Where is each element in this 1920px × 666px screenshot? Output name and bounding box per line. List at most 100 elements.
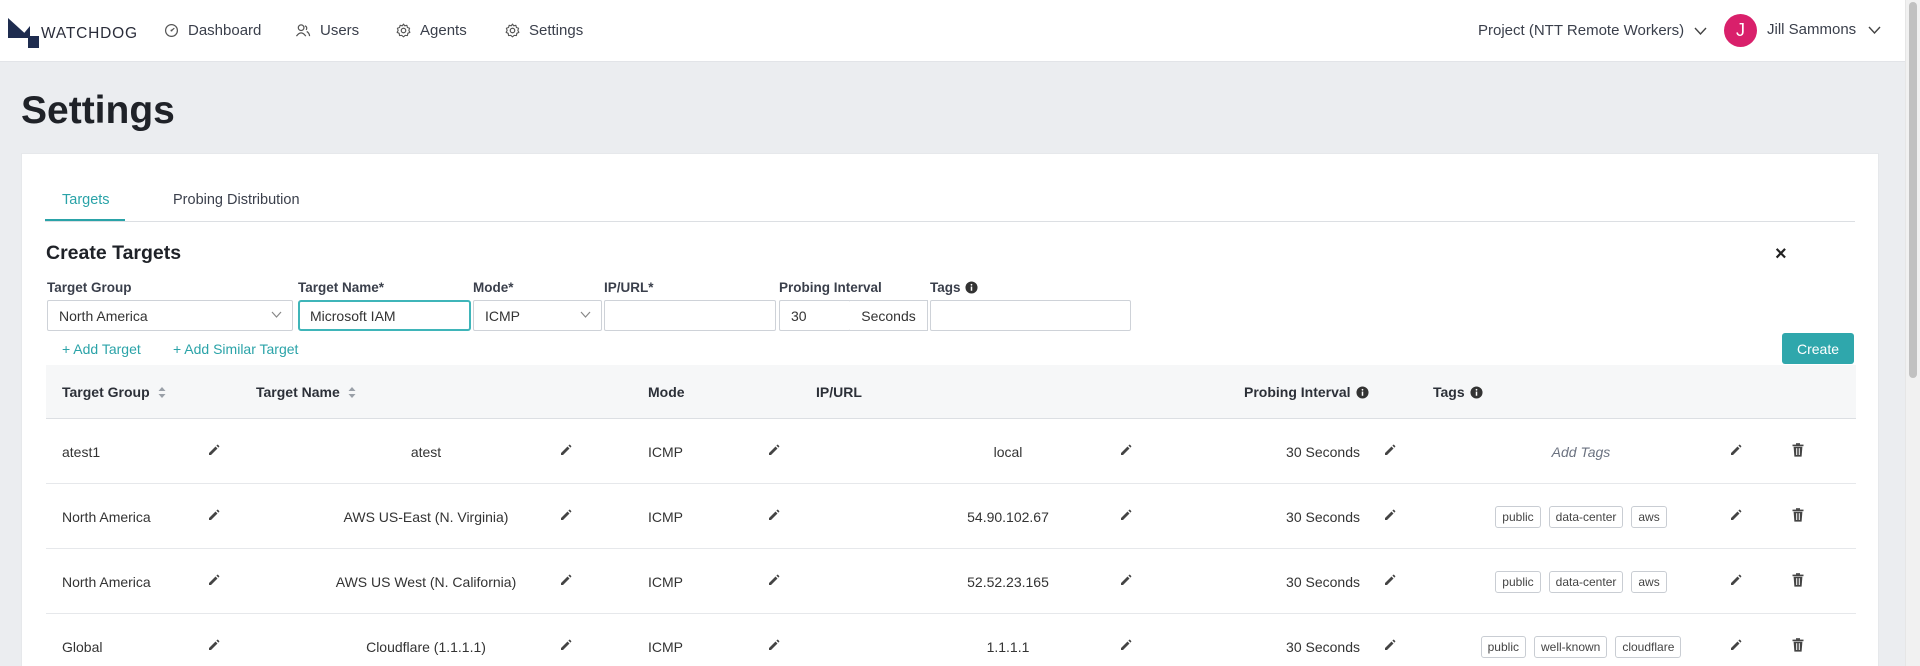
cell-target-name: AWS US-East (N. Virginia) <box>343 508 509 525</box>
info-icon[interactable] <box>1470 385 1483 399</box>
edit-pencil-icon[interactable] <box>1384 574 1396 586</box>
edit-pencil-icon[interactable] <box>1730 444 1742 456</box>
avatar[interactable]: J <box>1724 14 1757 47</box>
add-target-link[interactable]: + Add Target <box>62 341 141 357</box>
chevron-down-icon <box>271 311 282 318</box>
cell-target-group: atest1 <box>62 443 101 460</box>
mode-select[interactable]: ICMP <box>473 300 602 331</box>
cell-target-group: Global <box>62 638 103 655</box>
trash-icon[interactable] <box>1792 508 1804 522</box>
user-menu[interactable]: Jill Sammons <box>1767 21 1881 38</box>
table-row: Global Cloudflare (1.1.1.1) ICMP 1.1.1.1… <box>46 614 1856 666</box>
edit-pencil-icon[interactable] <box>1120 509 1132 521</box>
ip-url-input[interactable] <box>604 300 776 331</box>
edit-pencil-icon[interactable] <box>1120 574 1132 586</box>
cell-probing-interval: 30 Seconds <box>1286 443 1360 460</box>
create-targets-title: Create Targets <box>46 242 182 264</box>
edit-pencil-icon[interactable] <box>1730 509 1742 521</box>
edit-pencil-icon[interactable] <box>1384 444 1396 456</box>
create-button[interactable]: Create <box>1782 333 1854 364</box>
tag-chip[interactable]: data-center <box>1548 505 1624 528</box>
trash-icon[interactable] <box>1792 638 1804 652</box>
cell-target-name: Cloudflare (1.1.1.1) <box>366 638 486 655</box>
nav-settings-label: Settings <box>529 22 584 39</box>
settings-tabs: Targets Probing Distribution <box>45 180 1855 222</box>
edit-pencil-icon[interactable] <box>1120 444 1132 456</box>
edit-pencil-icon[interactable] <box>1730 574 1742 586</box>
close-icon[interactable]: × <box>1775 243 1787 266</box>
interval-unit: Seconds <box>850 300 928 331</box>
table-row: North America AWS US-East (N. Virginia) … <box>46 484 1856 549</box>
brand-name: WATCHDOG <box>41 25 138 42</box>
page-scrollbar[interactable] <box>1905 0 1920 666</box>
edit-pencil-icon[interactable] <box>560 509 572 521</box>
nav-dashboard[interactable]: Dashboard <box>164 22 261 39</box>
tag-chip[interactable]: aws <box>1631 505 1667 528</box>
col-target-name[interactable]: Target Name <box>256 384 356 400</box>
tab-probing-distribution[interactable]: Probing Distribution <box>173 192 300 208</box>
tag-chip[interactable]: public <box>1495 505 1541 528</box>
cell-tags: public well-known cloudflare <box>1436 614 1726 666</box>
edit-pencil-icon[interactable] <box>560 574 572 586</box>
cell-probing-interval: 30 Seconds <box>1286 638 1360 655</box>
cell-target-group: North America <box>62 508 151 525</box>
edit-pencil-icon[interactable] <box>768 509 780 521</box>
chevron-down-icon <box>580 311 591 318</box>
edit-pencil-icon[interactable] <box>1384 509 1396 521</box>
nav-agents[interactable]: Agents <box>396 22 467 39</box>
target-name-input[interactable] <box>298 300 471 331</box>
edit-pencil-icon[interactable] <box>768 574 780 586</box>
cell-ip-url: 54.90.102.67 <box>967 508 1049 525</box>
edit-pencil-icon[interactable] <box>1120 639 1132 651</box>
info-icon[interactable] <box>964 281 978 294</box>
trash-icon[interactable] <box>1792 573 1804 587</box>
trash-icon[interactable] <box>1792 443 1804 457</box>
project-selector[interactable]: Project (NTT Remote Workers) <box>1478 22 1707 39</box>
tag-chip[interactable]: aws <box>1631 570 1667 593</box>
col-tags: Tags <box>1433 384 1483 400</box>
brand-logo[interactable]: WATCHDOG <box>6 16 138 48</box>
col-tags-label: Tags <box>1433 384 1465 400</box>
col-target-group[interactable]: Target Group <box>62 384 166 400</box>
edit-pencil-icon[interactable] <box>208 639 220 651</box>
col-target-name-label: Target Name <box>256 384 340 400</box>
cell-mode: ICMP <box>648 573 683 590</box>
edit-pencil-icon[interactable] <box>1730 639 1742 651</box>
target-group-value: North America <box>59 307 148 324</box>
add-tags-link[interactable]: Add Tags <box>1552 444 1611 460</box>
watchdog-logo-icon <box>8 18 39 48</box>
tag-chip[interactable]: well-known <box>1533 635 1608 658</box>
tags-input[interactable] <box>930 300 1131 331</box>
edit-pencil-icon[interactable] <box>560 444 572 456</box>
edit-pencil-icon[interactable] <box>208 509 220 521</box>
tag-chip[interactable]: public <box>1495 570 1541 593</box>
target-group-select[interactable]: North America <box>47 300 293 331</box>
scrollbar-thumb[interactable] <box>1909 2 1917 378</box>
tab-targets[interactable]: Targets <box>62 192 110 208</box>
nav-users[interactable]: Users <box>295 22 359 39</box>
mode-label: Mode* <box>473 280 514 295</box>
edit-pencil-icon[interactable] <box>1384 639 1396 651</box>
tag-chip[interactable]: data-center <box>1548 570 1624 593</box>
edit-pencil-icon[interactable] <box>560 639 572 651</box>
tags-label: Tags <box>930 280 961 295</box>
col-probing-interval-label: Probing Interval <box>1244 384 1351 400</box>
active-tab-indicator <box>45 219 125 221</box>
info-icon[interactable] <box>1356 385 1369 399</box>
edit-pencil-icon[interactable] <box>768 444 780 456</box>
interval-input[interactable] <box>779 300 851 331</box>
dashboard-icon <box>164 23 179 38</box>
edit-pencil-icon[interactable] <box>208 444 220 456</box>
edit-pencil-icon[interactable] <box>768 639 780 651</box>
table-row: atest1 atest ICMP local 30 Seconds Add T… <box>46 419 1856 484</box>
tag-chip[interactable]: public <box>1480 635 1526 658</box>
add-similar-target-link[interactable]: + Add Similar Target <box>173 341 298 357</box>
edit-pencil-icon[interactable] <box>208 574 220 586</box>
cell-target-name: AWS US West (N. California) <box>335 573 517 590</box>
mode-value: ICMP <box>485 307 520 324</box>
users-icon <box>295 24 311 37</box>
tag-chip[interactable]: cloudflare <box>1615 635 1682 658</box>
nav-settings[interactable]: Settings <box>505 22 583 39</box>
page-title: Settings <box>21 89 175 132</box>
nav-users-label: Users <box>320 22 360 39</box>
